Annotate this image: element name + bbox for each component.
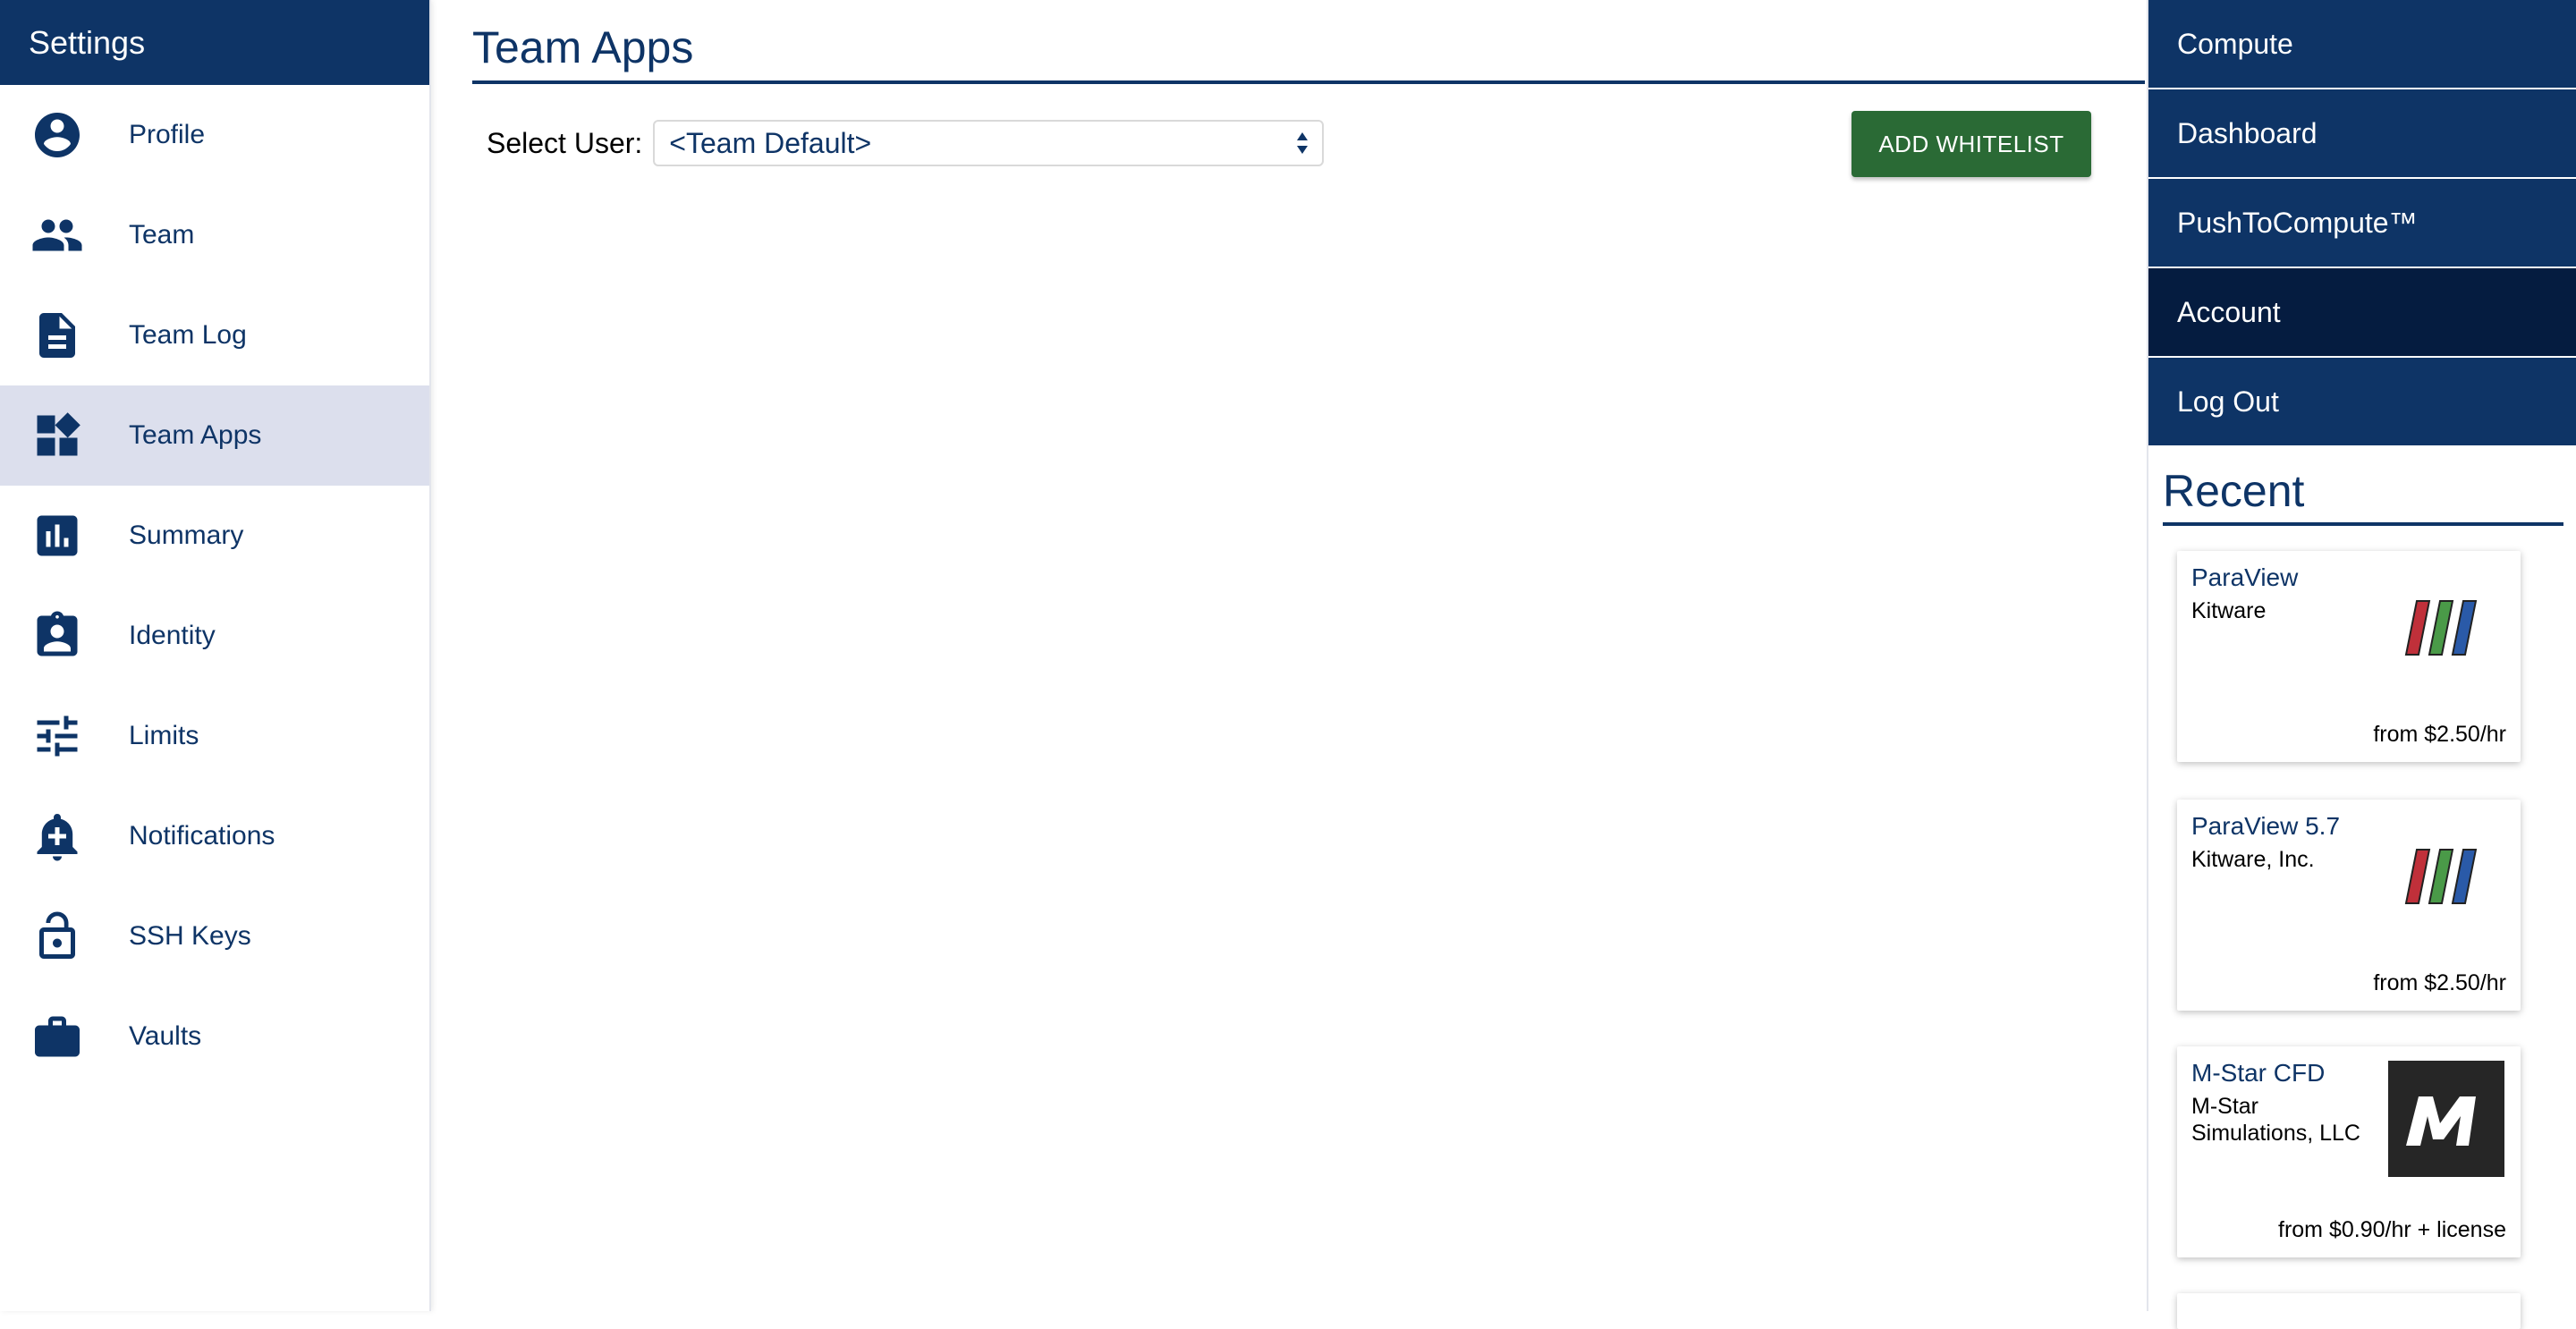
select-arrows-icon [1297,132,1309,154]
paraview-logo-icon [2404,600,2478,656]
main-content: Team Apps Select User: <Team Default> AD… [431,0,2145,1311]
sidebar-item-label: SSH Keys [129,921,251,951]
sidebar-item-team-apps[interactable]: Team Apps [0,385,429,486]
recent-app-card-m-star-cfd[interactable]: M-Star CFD M-Star Simulations, LLC from … [2177,1046,2521,1257]
sidebar-item-label: Profile [129,120,206,149]
sidebar-item-ssh-keys[interactable]: SSH Keys [0,886,429,986]
sidebar-title: Settings [0,0,429,85]
badge-icon [29,607,86,664]
app-vendor: Kitware [2191,598,2267,623]
recent-app-card-partial[interactable] [2177,1293,2521,1329]
sidebar-item-summary[interactable]: Summary [0,486,429,586]
sidebar-item-label: Limits [129,721,199,750]
select-user-value: <Team Default> [669,126,872,159]
app-price: from $2.50/hr [2373,722,2506,747]
mstar-logo-icon [2388,1061,2504,1177]
select-user-dropdown[interactable]: <Team Default> [653,120,1325,166]
sidebar-item-label: Vaults [129,1021,202,1051]
sidebar-item-limits[interactable]: Limits [0,686,429,786]
sidebar-item-vaults[interactable]: Vaults [0,986,429,1087]
nav-item-account[interactable]: Account [2148,268,2576,356]
settings-sidebar: Settings Profile Team Team Log Team Apps [0,0,431,1311]
sidebar-item-identity[interactable]: Identity [0,586,429,686]
briefcase-icon [29,1008,86,1065]
nav-item-log-out[interactable]: Log Out [2148,358,2576,445]
app-name: ParaView 5.7 [2191,812,2341,840]
sidebar-item-team[interactable]: Team [0,185,429,285]
sidebar-item-label: Identity [129,621,216,650]
recent-app-card-paraview-5-7[interactable]: ParaView 5.7 Kitware, Inc. from $2.50/hr [2177,800,2521,1011]
nav-item-dashboard[interactable]: Dashboard [2148,89,2576,177]
right-panel: Compute Dashboard PushToCompute™ Account… [2147,0,2576,1329]
app-name: ParaView [2191,563,2299,591]
account-circle-icon [29,106,86,164]
sidebar-menu: Profile Team Team Log Team Apps Summary [0,85,429,1087]
sidebar-item-notifications[interactable]: Notifications [0,786,429,886]
bar-chart-icon [29,507,86,564]
sliders-icon [29,707,86,765]
sidebar-item-label: Notifications [129,821,275,851]
sidebar-item-team-log[interactable]: Team Log [0,285,429,385]
paraview-logo-icon [2404,849,2478,904]
lock-open-icon [29,908,86,965]
people-icon [29,207,86,264]
app-price: from $0.90/hr + license [2278,1217,2506,1242]
select-user-label: Select User: [487,126,643,159]
app-name: M-Star CFD [2191,1059,2326,1087]
app-price: from $2.50/hr [2373,970,2506,995]
app-vendor: M-Star Simulations, LLC [2191,1094,2360,1146]
sidebar-item-label: Team [129,220,195,250]
widgets-icon [29,407,86,464]
top-nav: Compute Dashboard PushToCompute™ Account… [2148,0,2576,445]
sidebar-item-label: Team Log [129,320,247,350]
add-whitelist-button[interactable]: ADD WHITELIST [1852,111,2091,177]
sidebar-item-profile[interactable]: Profile [0,85,429,185]
recent-app-card-paraview[interactable]: ParaView Kitware from $2.50/hr [2177,551,2521,762]
page-title: Team Apps [472,21,2145,84]
sidebar-item-label: Summary [129,521,244,550]
document-icon [29,307,86,364]
nav-item-pushtocompute[interactable]: PushToCompute™ [2148,179,2576,267]
select-user-row: Select User: <Team Default> [487,120,1325,166]
recent-title: Recent [2163,465,2563,526]
nav-item-compute[interactable]: Compute [2148,0,2576,88]
bell-plus-icon [29,808,86,865]
app-vendor: Kitware, Inc. [2191,847,2315,872]
sidebar-item-label: Team Apps [129,420,262,450]
